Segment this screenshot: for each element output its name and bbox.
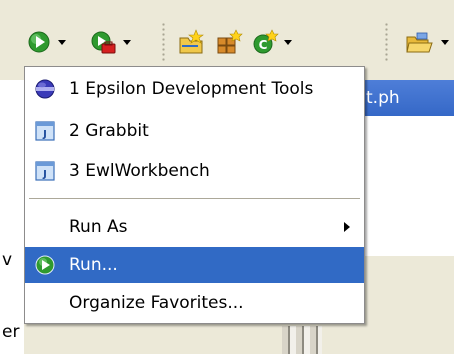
- chevron-down-icon: [123, 40, 131, 45]
- scrollbar-fragment: [282, 326, 322, 354]
- menu-item-label: Run...: [69, 255, 118, 275]
- menu-item-ewlworkbench[interactable]: J 3 EwlWorkbench: [25, 153, 364, 189]
- chevron-down-icon: [284, 40, 292, 45]
- menu-item-run[interactable]: Run...: [25, 247, 364, 283]
- menu-separator: [29, 198, 360, 199]
- svg-text:J: J: [42, 169, 47, 180]
- new-package-button[interactable]: [214, 28, 244, 56]
- background-text-fragment: v: [2, 250, 13, 270]
- menu-item-label: 2 Grabbit: [69, 121, 149, 141]
- external-tools-dropdown-button[interactable]: [120, 28, 134, 56]
- new-package-icon: [217, 29, 243, 54]
- external-tools-button[interactable]: [88, 28, 118, 56]
- open-type-button[interactable]: [404, 28, 434, 56]
- toolbar-separator: [162, 22, 165, 62]
- chevron-down-icon: [58, 40, 66, 45]
- run-icon: [35, 255, 55, 275]
- open-type-dropdown-button[interactable]: [438, 28, 452, 56]
- chevron-right-icon: [344, 222, 350, 232]
- menu-item-label: Organize Favorites...: [69, 293, 244, 313]
- menu-item-label: 1 Epsilon Development Tools: [69, 79, 314, 99]
- menu-item-epsilon-development-tools[interactable]: 1 Epsilon Development Tools: [25, 71, 364, 107]
- epsilon-launch-icon: [35, 79, 55, 99]
- editor-content: [364, 116, 454, 256]
- new-project-button[interactable]: [176, 28, 206, 56]
- menu-item-label: 3 EwlWorkbench: [69, 161, 210, 181]
- java-launch-icon: J: [35, 121, 55, 141]
- run-dropdown-menu: 1 Epsilon Development Tools J 2 Grabbit …: [24, 66, 365, 324]
- svg-text:C: C: [259, 38, 268, 52]
- run-configuration-icon: [91, 31, 116, 54]
- new-class-button[interactable]: C: [250, 28, 280, 56]
- new-project-icon: [179, 29, 204, 54]
- svg-text:J: J: [42, 129, 47, 140]
- menu-item-organize-favorites[interactable]: Organize Favorites...: [25, 285, 364, 321]
- menu-item-grabbit[interactable]: J 2 Grabbit: [25, 113, 364, 149]
- open-folder-icon: [406, 32, 433, 53]
- editor-tab[interactable]: t.ph: [364, 80, 454, 116]
- menu-item-label: Run As: [69, 217, 128, 237]
- new-class-icon: C: [253, 29, 279, 54]
- run-button[interactable]: [24, 28, 54, 56]
- run-dropdown-button[interactable]: [55, 28, 69, 56]
- package-explorer-view: [0, 80, 24, 354]
- run-icon: [28, 31, 50, 53]
- menu-item-run-as[interactable]: Run As: [25, 209, 364, 245]
- toolbar-separator: [385, 22, 388, 62]
- chevron-down-icon: [441, 40, 449, 45]
- java-launch-icon: J: [35, 161, 55, 181]
- background-text-fragment: er: [2, 322, 20, 342]
- new-class-dropdown-button[interactable]: [281, 28, 295, 56]
